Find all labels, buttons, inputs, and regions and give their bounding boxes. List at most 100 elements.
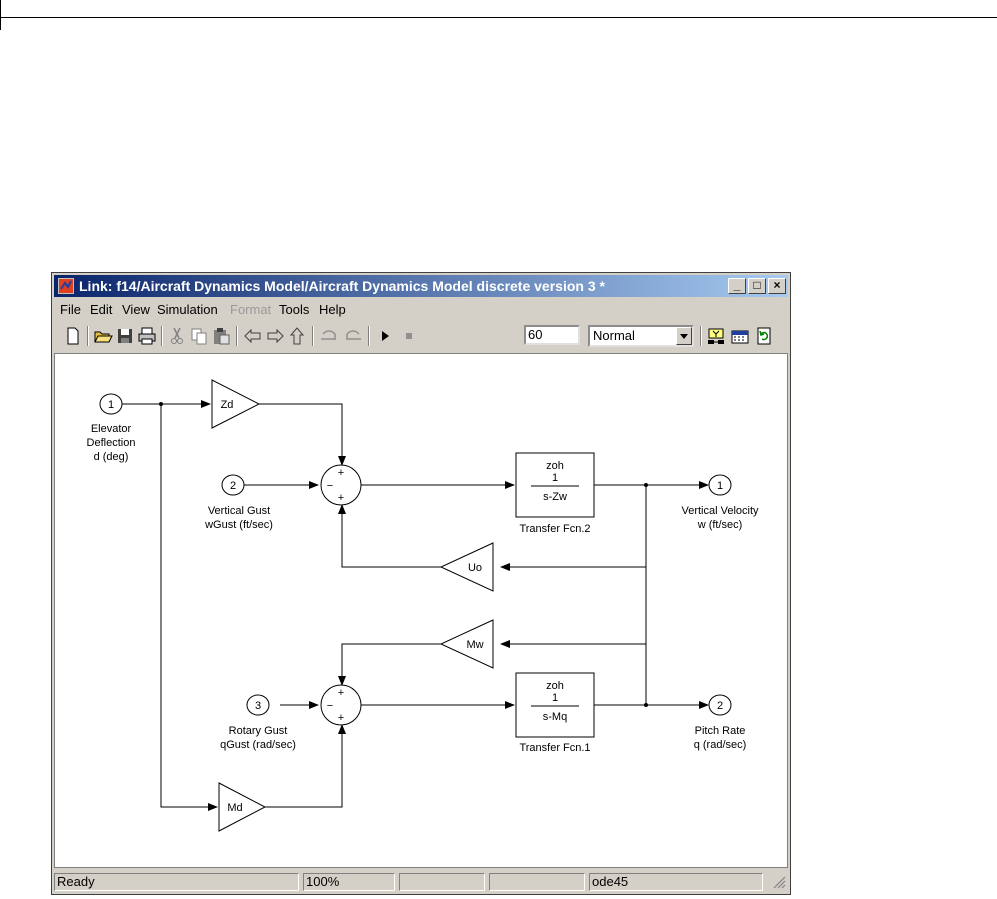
menu-simulation[interactable]: Simulation [157, 302, 218, 317]
copy-icon[interactable] [188, 325, 210, 347]
inport-3[interactable]: 3 Rotary Gust qGust (rad/sec) [220, 694, 296, 751]
branch-point [159, 402, 163, 406]
svg-text:zoh: zoh [546, 460, 564, 472]
simulation-mode-value: Normal [593, 328, 635, 343]
menu-file[interactable]: File [60, 302, 81, 317]
svg-text:s-Mq: s-Mq [543, 711, 567, 723]
svg-text:s-Zw: s-Zw [543, 491, 567, 503]
transfer-fcn-2[interactable]: zoh 1 s-Zw Transfer Fcn.2 [515, 452, 595, 535]
menu-bar: File Edit View Simulation Format Tools H… [54, 299, 788, 319]
menu-edit[interactable]: Edit [90, 302, 112, 317]
outport-2-label: Pitch Rate [695, 725, 746, 737]
outport-1-label: Vertical Velocity [681, 505, 759, 517]
forward-icon[interactable] [264, 325, 286, 347]
save-icon[interactable] [114, 325, 136, 347]
title-bar[interactable]: Link: f14/Aircraft Dynamics Model/Aircra… [54, 275, 788, 297]
svg-text:+: + [338, 467, 344, 479]
transfer-fcn-2-name: Transfer Fcn.2 [519, 523, 590, 535]
undo-icon[interactable] [318, 325, 340, 347]
solver-name: ode45 [589, 873, 763, 891]
paste-icon[interactable] [210, 325, 232, 347]
branch-point [644, 703, 648, 707]
branch-point [644, 483, 648, 487]
svg-text:Deflection: Deflection [87, 437, 136, 449]
model-canvas[interactable]: 1 Elevator Deflection d (deg) 2 Vertical… [54, 353, 788, 868]
stop-icon[interactable] [398, 325, 420, 347]
svg-text:q (rad/sec): q (rad/sec) [694, 739, 747, 751]
minimize-button[interactable]: _ [728, 278, 746, 294]
inport-2-label: Vertical Gust [208, 505, 270, 517]
sum-block-1[interactable]: + − + [320, 464, 362, 506]
svg-text:qGust (rad/sec): qGust (rad/sec) [220, 739, 296, 751]
menu-format[interactable]: Format [230, 302, 271, 317]
svg-text:d (deg): d (deg) [94, 451, 129, 463]
open-icon[interactable] [92, 325, 114, 347]
toolbar-separator [161, 326, 163, 346]
svg-text:−: − [327, 700, 333, 712]
page-top-rule [0, 17, 997, 18]
outport-1[interactable]: 1 Vertical Velocity w (ft/sec) [681, 474, 759, 531]
status-field-3 [399, 873, 485, 891]
refresh-icon[interactable] [753, 325, 775, 347]
chevron-down-icon[interactable] [676, 327, 692, 345]
simulink-app-icon [58, 278, 74, 294]
inport-2[interactable]: 2 Vertical Gust wGust (ft/sec) [204, 474, 273, 531]
sum-block-2[interactable]: + − + [320, 684, 362, 726]
svg-text:+: + [338, 712, 344, 724]
maximize-button[interactable]: □ [748, 278, 766, 294]
menu-view[interactable]: View [122, 302, 150, 317]
gain-uo[interactable]: Uo [439, 542, 494, 592]
inport-1-label: Elevator [91, 423, 132, 435]
svg-text:Zd: Zd [221, 399, 234, 411]
toolbar-separator [236, 326, 238, 346]
stop-time-input[interactable]: 60 [524, 325, 580, 345]
svg-text:+: + [338, 687, 344, 699]
redo-icon[interactable] [342, 325, 364, 347]
transfer-fcn-1[interactable]: zoh 1 s-Mq Transfer Fcn.1 [515, 672, 595, 754]
svg-text:1: 1 [717, 480, 723, 492]
menu-help[interactable]: Help [319, 302, 346, 317]
gain-zd[interactable]: Zd [211, 379, 261, 429]
menu-tools[interactable]: Tools [279, 302, 309, 317]
gain-md[interactable]: Md [218, 782, 267, 832]
zoom-level: 100% [303, 873, 395, 891]
svg-text:zoh: zoh [546, 680, 564, 692]
new-icon[interactable] [62, 325, 84, 347]
signal-lines [122, 400, 709, 811]
svg-text:Mw: Mw [466, 639, 483, 651]
play-icon[interactable] [374, 325, 396, 347]
status-bar: Ready 100% ode45 [54, 872, 788, 892]
window-title: Link: f14/Aircraft Dynamics Model/Aircra… [79, 278, 605, 294]
print-icon[interactable] [136, 325, 158, 347]
toolbar-separator [87, 326, 89, 346]
status-field-4 [489, 873, 585, 891]
status-text: Ready [54, 873, 299, 891]
toolbar-separator [368, 326, 370, 346]
svg-text:w (ft/sec): w (ft/sec) [697, 519, 743, 531]
up-icon[interactable] [286, 325, 308, 347]
library-icon[interactable] [729, 325, 751, 347]
toolbar-separator [312, 326, 314, 346]
outport-2[interactable]: 2 Pitch Rate q (rad/sec) [694, 694, 747, 751]
inport-3-label: Rotary Gust [229, 725, 288, 737]
svg-text:1: 1 [552, 692, 558, 704]
block-diagram: 1 Elevator Deflection d (deg) 2 Vertical… [87, 379, 759, 832]
back-icon[interactable] [242, 325, 264, 347]
svg-text:1: 1 [552, 472, 558, 484]
simulink-window: Link: f14/Aircraft Dynamics Model/Aircra… [51, 272, 791, 895]
svg-text:+: + [338, 492, 344, 504]
svg-text:2: 2 [717, 700, 723, 712]
cut-icon[interactable] [166, 325, 188, 347]
resize-grip-icon[interactable] [772, 875, 786, 889]
build-icon[interactable] [705, 325, 727, 347]
svg-text:Md: Md [227, 802, 242, 814]
toolbar: 60 Normal [54, 321, 788, 351]
svg-text:−: − [327, 480, 333, 492]
svg-text:wGust (ft/sec): wGust (ft/sec) [204, 519, 273, 531]
gain-mw[interactable]: Mw [439, 619, 494, 669]
simulation-mode-select[interactable]: Normal [588, 325, 694, 347]
close-button[interactable]: × [768, 278, 786, 294]
toolbar-separator [700, 326, 702, 346]
svg-text:Uo: Uo [468, 562, 482, 574]
transfer-fcn-1-name: Transfer Fcn.1 [519, 742, 590, 754]
